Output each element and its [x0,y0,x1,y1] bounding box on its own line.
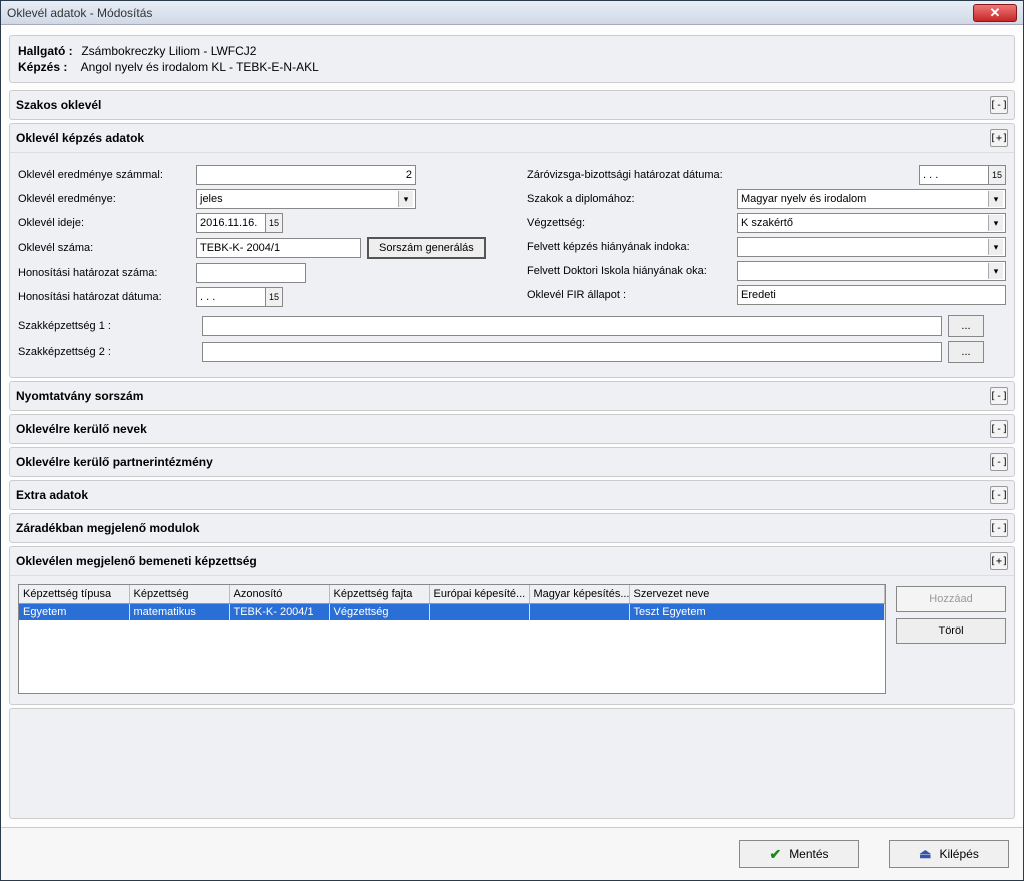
browse-qual2-button[interactable]: ... [948,341,984,363]
col-eu[interactable]: Európai képesíté... [429,585,529,604]
calendar-icon[interactable]: 15 [265,287,283,307]
input-finaldate[interactable] [919,165,989,185]
section-title: Nyomtatvány sorszám [16,389,990,403]
delete-row-button[interactable]: Töröl [896,618,1006,644]
input-honcert[interactable] [196,263,306,283]
select-degree[interactable]: K szakértő [737,213,1006,233]
expand-button[interactable]: [-] [990,519,1008,537]
training-label: Képzés : [18,60,78,74]
calendar-icon[interactable]: 15 [265,213,283,233]
col-id[interactable]: Azonosító [229,585,329,604]
empty-space [9,708,1015,819]
label-majors: Szakok a diplomához: [527,193,737,205]
qualifications-grid[interactable]: Képzettség típusa Képzettség Azonosító K… [18,584,886,694]
student-value: Zsámbokreczky Liliom - LWFCJ2 [81,44,256,58]
section-title: Szakos oklevél [16,98,990,112]
label-doktori: Felvett Doktori Iskola hiányának oka: [527,265,737,277]
close-icon: ✕ [990,6,1001,19]
section-bemeneti-kepzettseg: Oklevélen megjelenő bemeneti képzettség … [9,546,1015,705]
input-date[interactable] [196,213,266,233]
calendar-icon[interactable]: 15 [988,165,1006,185]
section-title: Oklevélre kerülő partnerintézmény [16,455,990,469]
label-result: Oklevél eredménye: [18,193,196,205]
label-fir: Oklevél FIR állapot : [527,289,737,301]
exit-icon: ⏏ [919,846,931,862]
section-oklevele-nevek: Oklevélre kerülő nevek [-] [9,414,1015,444]
select-result[interactable]: jeles [196,189,416,209]
col-kind[interactable]: Képzettség fajta [329,585,429,604]
label-result-num: Oklevél eredménye számmal: [18,169,196,181]
window-title: Oklevél adatok - Módosítás [7,6,973,20]
student-label: Hallgató : [18,44,78,58]
section-title: Extra adatok [16,488,990,502]
section-extra-adatok: Extra adatok [-] [9,480,1015,510]
table-header-row: Képzettség típusa Képzettség Azonosító K… [19,585,885,604]
expand-button[interactable]: [-] [990,387,1008,405]
select-reason[interactable] [737,237,1006,257]
col-hu[interactable]: Magyar képesítés... [529,585,629,604]
browse-qual1-button[interactable]: ... [948,315,984,337]
section-title: Oklevélen megjelenő bemeneti képzettség [16,554,990,568]
training-value: Angol nyelv és irodalom KL - TEBK-E-N-AK… [81,60,319,74]
table-row[interactable]: Egyetem matematikus TEBK-K- 2004/1 Végze… [19,604,885,621]
label-honcert: Honosítási határozat száma: [18,267,196,279]
section-partnerintezmeny: Oklevélre kerülő partnerintézmény [-] [9,447,1015,477]
section-title: Záradékban megjelenő modulok [16,521,990,535]
label-number: Oklevél száma: [18,242,196,254]
label-finaldate: Záróvizsga-bizottsági határozat dátuma: [527,169,737,181]
expand-button[interactable]: [-] [990,453,1008,471]
label-qual2: Szakképzettség 2 : [18,346,196,358]
dialog-window: Oklevél adatok - Módosítás ✕ Hallgató : … [0,0,1024,881]
generate-serial-button[interactable]: Sorszám generálás [367,237,486,259]
exit-button[interactable]: ⏏ Kilépés [889,840,1009,868]
input-hondate[interactable] [196,287,266,307]
add-row-button[interactable]: Hozzáad [896,586,1006,612]
section-title: Oklevél képzés adatok [16,131,990,145]
collapse-button[interactable]: [+] [990,129,1008,147]
col-type[interactable]: Képzettség típusa [19,585,129,604]
col-qual[interactable]: Képzettség [129,585,229,604]
select-doktori[interactable] [737,261,1006,281]
input-qual2[interactable] [202,342,942,362]
save-button[interactable]: ✔ Mentés [739,840,859,868]
input-number[interactable] [196,238,361,258]
section-title: Oklevélre kerülő nevek [16,422,990,436]
content-area: Hallgató : Zsámbokreczky Liliom - LWFCJ2… [1,25,1023,827]
label-reason: Felvett képzés hiányának indoka: [527,241,737,253]
label-qual1: Szakképzettség 1 : [18,320,196,332]
col-org[interactable]: Szervezet neve [629,585,885,604]
expand-button[interactable]: [-] [990,420,1008,438]
input-result-num[interactable] [196,165,416,185]
input-qual1[interactable] [202,316,942,336]
header-info: Hallgató : Zsámbokreczky Liliom - LWFCJ2… [9,35,1015,83]
expand-button[interactable]: [-] [990,96,1008,114]
section-zaradek-modulok: Záradékban megjelenő modulok [-] [9,513,1015,543]
label-date: Oklevél ideje: [18,217,196,229]
expand-button[interactable]: [-] [990,486,1008,504]
section-nyomtatvany-sorszam: Nyomtatvány sorszám [-] [9,381,1015,411]
check-icon: ✔ [769,846,781,863]
section-oklevel-kepzes-adatok: Oklevél képzés adatok [+] Oklevél eredmé… [9,123,1015,378]
label-hondate: Honosítási határozat dátuma: [18,291,196,303]
input-fir[interactable] [737,285,1006,305]
titlebar: Oklevél adatok - Módosítás ✕ [1,1,1023,25]
close-button[interactable]: ✕ [973,4,1017,22]
collapse-button[interactable]: [+] [990,552,1008,570]
section-szakos-oklevel: Szakos oklevél [-] [9,90,1015,120]
select-majors[interactable]: Magyar nyelv és irodalom [737,189,1006,209]
footer: ✔ Mentés ⏏ Kilépés [1,827,1023,880]
label-degree: Végzettség: [527,217,737,229]
